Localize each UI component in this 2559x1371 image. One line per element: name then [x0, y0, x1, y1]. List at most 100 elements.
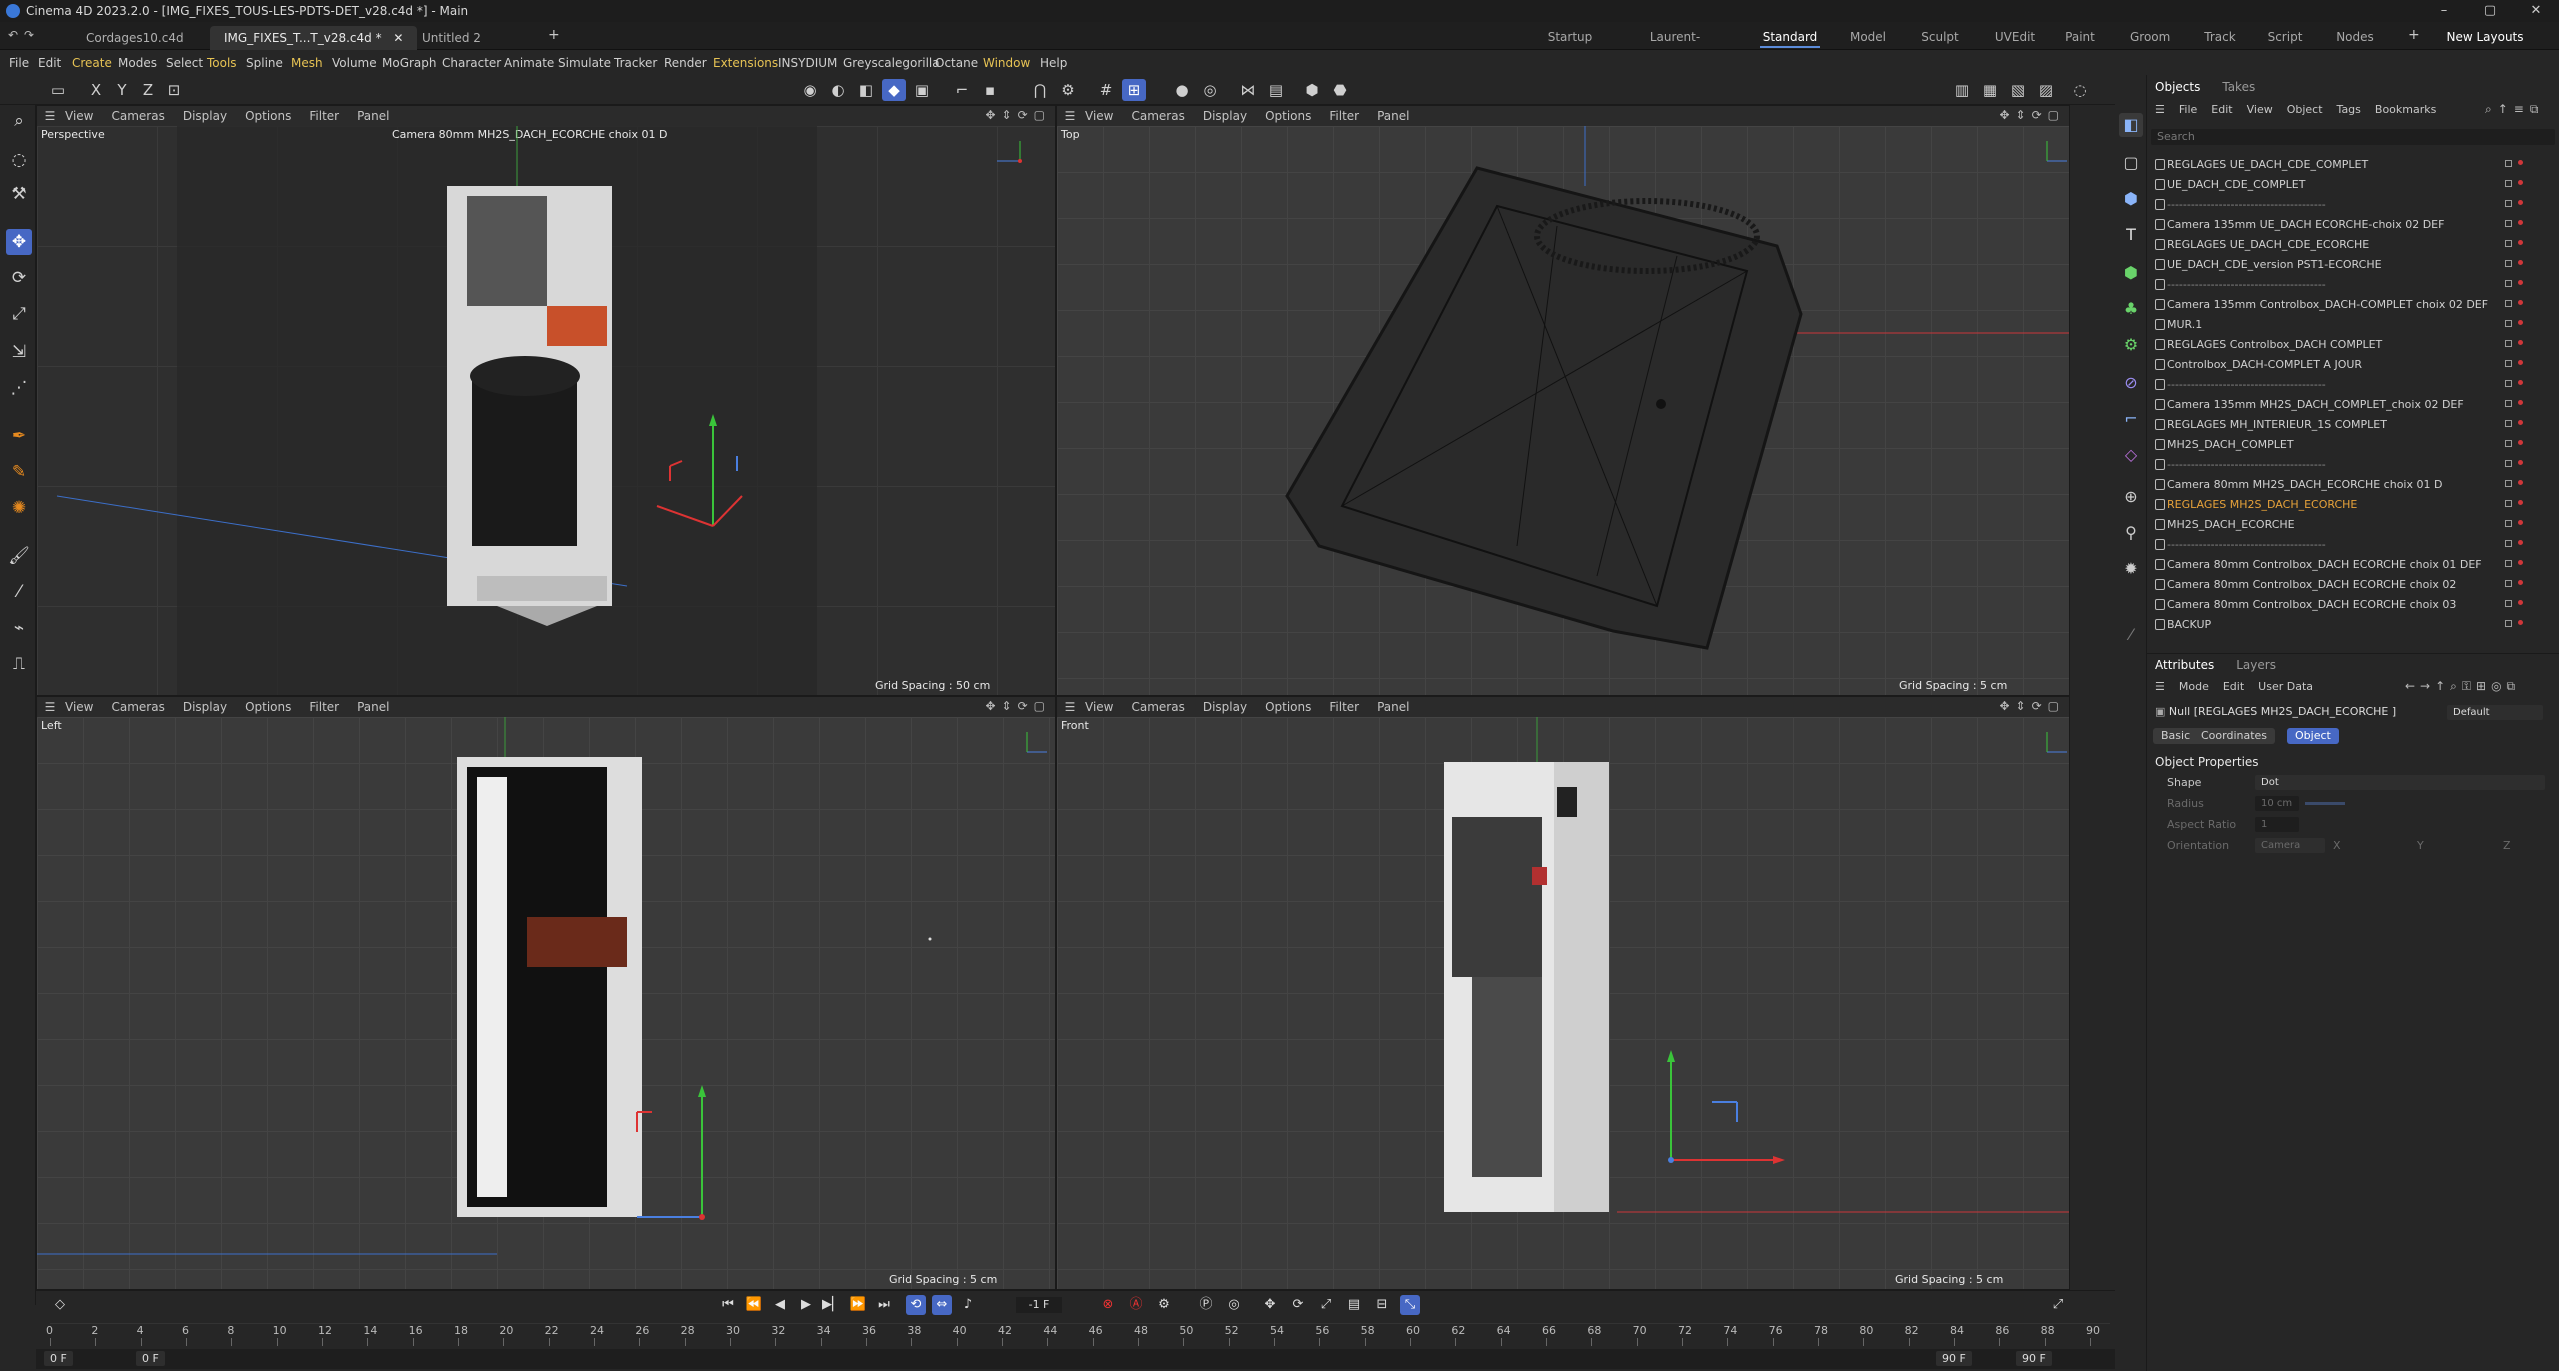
- octane-live-icon[interactable]: ⬣: [1328, 79, 1352, 101]
- key-param-icon[interactable]: ⟳: [1288, 1295, 1308, 1315]
- prev-key-icon[interactable]: ⏪: [744, 1295, 764, 1315]
- spline-sketch-icon[interactable]: ✎: [6, 459, 32, 485]
- object-visibility-flags[interactable]: [2505, 420, 2523, 427]
- goto-start-icon[interactable]: ⏮: [718, 1295, 738, 1315]
- menu-octane[interactable]: Octane: [935, 51, 978, 75]
- scene-icon[interactable]: ⚲: [2119, 521, 2143, 545]
- menu-tools[interactable]: Tools: [207, 51, 237, 75]
- object-visibility-flags[interactable]: [2505, 240, 2523, 247]
- vp-display-menu[interactable]: Display: [183, 700, 227, 714]
- object-row[interactable]: REGLAGES UE_DACH_CDE_COMPLET: [2147, 155, 2559, 175]
- vp-display-menu[interactable]: Display: [1203, 700, 1247, 714]
- range-end-2[interactable]: 90 F: [2016, 1351, 2052, 1366]
- vp-display-menu[interactable]: Display: [183, 109, 227, 123]
- interactive-render-icon[interactable]: ◌: [2068, 79, 2092, 101]
- frame-range-bar[interactable]: 0 F 0 F 90 F 90 F: [36, 1349, 2115, 1369]
- magnet-icon[interactable]: ⋂: [1028, 79, 1052, 101]
- range-start-2[interactable]: 0 F: [136, 1351, 165, 1366]
- tab-objects[interactable]: Objects: [2155, 80, 2200, 100]
- placement-icon[interactable]: ⇲: [6, 339, 32, 365]
- workplane-tool-icon[interactable]: ⎍: [6, 651, 32, 677]
- vp-filter-menu[interactable]: Filter: [1329, 700, 1359, 714]
- object-visibility-flags[interactable]: [2505, 480, 2523, 487]
- octane-icon[interactable]: ⬢: [1300, 79, 1324, 101]
- lock-icon[interactable]: ▤: [1264, 79, 1288, 101]
- volume-icon[interactable]: ◇: [2119, 443, 2143, 467]
- menu-window[interactable]: Window: [983, 51, 1030, 75]
- vp-view-menu[interactable]: View: [1085, 700, 1113, 714]
- menu-modes[interactable]: Modes: [118, 51, 157, 75]
- record-icon[interactable]: ⊗: [1098, 1295, 1118, 1315]
- deformer-icon[interactable]: ⬢: [2119, 261, 2143, 285]
- object-row[interactable]: Camera 80mm Controlbox_DACH ECORCHE choi…: [2147, 575, 2559, 595]
- object-visibility-flags[interactable]: [2505, 580, 2523, 587]
- viewport-nav-icons[interactable]: ✥⇕⟳▢: [985, 699, 1051, 713]
- viewport-menu-icon[interactable]: ☰: [43, 700, 57, 714]
- object-visibility-flags[interactable]: [2505, 560, 2523, 567]
- menu-insydium[interactable]: INSYDIUM: [778, 51, 837, 75]
- next-frame-icon[interactable]: ▶▏: [822, 1295, 842, 1315]
- camera-icon[interactable]: ⌐: [2119, 407, 2143, 431]
- menu-animate[interactable]: Animate: [504, 51, 554, 75]
- layout-nodes[interactable]: Nodes: [2335, 26, 2375, 48]
- object-visibility-flags[interactable]: [2505, 340, 2523, 347]
- viewport-menu-icon[interactable]: ☰: [1063, 109, 1077, 123]
- object-row[interactable]: ----------------------------------------: [2147, 195, 2559, 215]
- vp-panel-menu[interactable]: Panel: [1377, 109, 1409, 123]
- menu-extensions[interactable]: Extensions: [713, 51, 778, 75]
- radius-slider[interactable]: [2305, 802, 2345, 805]
- solo-icon[interactable]: ⚙: [1056, 79, 1080, 101]
- radius-field[interactable]: 10 cm: [2255, 796, 2299, 811]
- close-icon[interactable]: ✕: [2513, 0, 2559, 22]
- loop-icon[interactable]: ⟲: [906, 1295, 926, 1315]
- objects-menu-file[interactable]: File: [2179, 103, 2197, 116]
- disabled-tool-icon[interactable]: ⁄: [2119, 623, 2143, 647]
- rotate-tool-icon[interactable]: ⟳: [6, 265, 32, 291]
- key-pla-icon[interactable]: ⤢: [1316, 1295, 1336, 1315]
- viewport-nav-icons[interactable]: ✥⇕⟳▢: [1999, 108, 2065, 122]
- object-row[interactable]: ----------------------------------------: [2147, 275, 2559, 295]
- model-mode-icon[interactable]: ◆: [882, 79, 906, 101]
- vp-filter-menu[interactable]: Filter: [309, 700, 339, 714]
- object-row[interactable]: MUR.1: [2147, 315, 2559, 335]
- menu-greyscalegorilla[interactable]: Greyscalegorilla: [843, 51, 940, 75]
- tab-layers[interactable]: Layers: [2236, 658, 2276, 678]
- object-visibility-flags[interactable]: [2505, 620, 2523, 627]
- object-row[interactable]: REGLAGES MH_INTERIEUR_1S COMPLET: [2147, 415, 2559, 435]
- tab-takes[interactable]: Takes: [2222, 80, 2255, 100]
- prev-frame-icon[interactable]: ◀: [770, 1295, 790, 1315]
- points-mode-icon[interactable]: ◉: [798, 79, 822, 101]
- object-row[interactable]: Controlbox_DACH-COMPLET A JOUR: [2147, 355, 2559, 375]
- orientation-y[interactable]: Y: [2417, 839, 2424, 852]
- autokey-icon[interactable]: Ⓐ: [1126, 1295, 1146, 1315]
- object-visibility-flags[interactable]: [2505, 520, 2523, 527]
- shape-dropdown[interactable]: Dot: [2255, 775, 2545, 790]
- axis-mode-icon[interactable]: ⌐: [950, 79, 974, 101]
- object-row[interactable]: Camera 80mm MH2S_DACH_ECORCHE choix 01 D: [2147, 475, 2559, 495]
- objects-menu-view[interactable]: View: [2247, 103, 2273, 116]
- tab-basic[interactable]: Basic: [2153, 728, 2199, 744]
- measure-icon[interactable]: ⌁: [6, 615, 32, 641]
- menu-character[interactable]: Character: [442, 51, 501, 75]
- scene-icon[interactable]: ▭: [46, 79, 70, 101]
- maximize-icon[interactable]: ▢: [2467, 0, 2513, 22]
- objects-header-icons[interactable]: ⌕↑≡⧉: [2485, 102, 2544, 117]
- object-visibility-flags[interactable]: [2505, 260, 2523, 267]
- vp-options-menu[interactable]: Options: [1265, 700, 1311, 714]
- frame-ruler[interactable]: 0 2 4 6 8 10 12 14 16 18 20 22 24 26 28 30 32 34 36 38 40 42 4…: [46, 1323, 2110, 1347]
- layout-script[interactable]: Script: [2265, 26, 2305, 48]
- object-visibility-flags[interactable]: [2505, 500, 2523, 507]
- menu-mesh[interactable]: Mesh: [291, 51, 323, 75]
- tab-object[interactable]: Object: [2287, 728, 2339, 744]
- z-axis-lock[interactable]: Z: [136, 79, 160, 101]
- object-row[interactable]: ----------------------------------------: [2147, 535, 2559, 555]
- viewport-top[interactable]: ☰ View Cameras Display Options Filter Pa…: [1056, 105, 2070, 696]
- viewport-nav-icons[interactable]: ✥⇕⟳▢: [1999, 699, 2065, 713]
- layout-uvedit[interactable]: UVEdit: [1990, 26, 2040, 48]
- range-start-1[interactable]: 0 F: [44, 1351, 73, 1366]
- doc-tab-untitled[interactable]: Untitled 2: [408, 26, 495, 50]
- zoom-icon[interactable]: ⌕: [6, 108, 32, 134]
- render-icon[interactable]: ▥: [1950, 79, 1974, 101]
- vp-display-menu[interactable]: Display: [1203, 109, 1247, 123]
- object-row[interactable]: Camera 80mm Controlbox_DACH ECORCHE choi…: [2147, 595, 2559, 615]
